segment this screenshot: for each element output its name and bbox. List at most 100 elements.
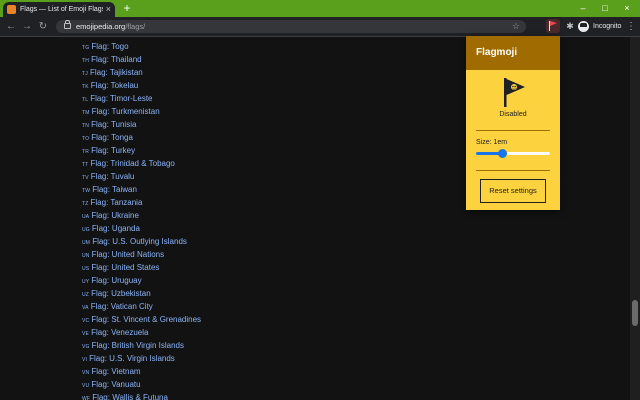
- maximize-icon[interactable]: □: [594, 0, 616, 17]
- flag-label: Flag: Turkey: [91, 146, 136, 155]
- flag-list-item[interactable]: TJ Flag: Tajikistan: [82, 66, 201, 79]
- flag-label: Flag: Vietnam: [91, 367, 141, 376]
- flag-label: Flag: Trinidad & Tobago: [90, 159, 175, 168]
- flag-list-item[interactable]: TZ Flag: Tanzania: [82, 196, 201, 209]
- flag-label: Flag: Timor-Leste: [90, 94, 153, 103]
- flag-list-item[interactable]: UN Flag: United Nations: [82, 248, 201, 261]
- flag-code: UM: [82, 240, 91, 246]
- flag-label: Flag: Tanzania: [90, 198, 143, 207]
- profile-button[interactable]: Incognito: [578, 20, 621, 33]
- back-arrow-icon[interactable]: ←: [4, 17, 18, 36]
- flag-list-item[interactable]: VG Flag: British Virgin Islands: [82, 339, 201, 352]
- browser-tab[interactable]: Flags — List of Emoji Flags in ×: [3, 2, 115, 17]
- puzzle-icon[interactable]: ✱: [564, 17, 576, 36]
- divider: [476, 130, 550, 131]
- flag-list-item[interactable]: VC Flag: St. Vincent & Grenadines: [82, 313, 201, 326]
- window-close-icon[interactable]: ×: [616, 0, 638, 17]
- lock-icon[interactable]: [64, 20, 71, 29]
- flag-label: Flag: Uruguay: [91, 276, 142, 285]
- tab-title: Flags — List of Emoji Flags in: [20, 6, 103, 13]
- kebab-menu-icon[interactable]: ⋮: [626, 17, 636, 36]
- status-label: Disabled: [499, 111, 527, 118]
- forward-arrow-icon[interactable]: →: [20, 17, 34, 36]
- address-bar[interactable]: emojipedia.org/flags/ ☆: [56, 20, 526, 33]
- flag-list-item[interactable]: VN Flag: Vietnam: [82, 365, 201, 378]
- flag-list-item[interactable]: TK Flag: Tokelau: [82, 79, 201, 92]
- flagmoji-extension-button[interactable]: [546, 19, 560, 33]
- flag-code: VG: [82, 344, 90, 350]
- size-slider[interactable]: [476, 149, 550, 158]
- flag-label: Flag: Uganda: [91, 224, 140, 233]
- flag-label: Flag: Thailand: [91, 55, 142, 64]
- flag-list-item[interactable]: VU Flag: Vanuatu: [82, 378, 201, 391]
- flag-code: UG: [82, 227, 90, 233]
- flag-code: VN: [82, 370, 90, 376]
- flag-label: Flag: St. Vincent & Grenadines: [91, 315, 202, 324]
- star-icon[interactable]: ☆: [512, 20, 520, 33]
- flag-code: VA: [82, 305, 89, 311]
- browser-toolbar: ← → ↻ emojipedia.org/flags/ ☆ ✱ Incognit…: [0, 17, 640, 37]
- popup-title: Flagmoji: [466, 36, 560, 70]
- flag-code: TJ: [82, 71, 88, 77]
- flag-list-item[interactable]: WF Flag: Wallis & Futuna: [82, 391, 201, 400]
- minimize-icon[interactable]: –: [572, 0, 594, 17]
- size-slider-thumb[interactable]: [497, 149, 507, 158]
- flag-label: Flag: Tajikistan: [89, 68, 143, 77]
- flagmoji-popup: Flagmoji Disabled Size: 1em Reset settin…: [466, 36, 560, 210]
- flag-list-item[interactable]: VI Flag: U.S. Virgin Islands: [82, 352, 201, 365]
- flag-list-item[interactable]: UY Flag: Uruguay: [82, 274, 201, 287]
- flag-list-item[interactable]: TL Flag: Timor-Leste: [82, 92, 201, 105]
- flag-list-item[interactable]: TT Flag: Trinidad & Tobago: [82, 157, 201, 170]
- flag-list-item[interactable]: US Flag: United States: [82, 261, 201, 274]
- flag-list: TG Flag: Togo TH Flag: Thailand TJ Flag: Taji…: [82, 40, 201, 400]
- flag-label: Flag: Turkmenistan: [91, 107, 160, 116]
- flag-list-item[interactable]: UZ Flag: Uzbekistan: [82, 287, 201, 300]
- flag-list-item[interactable]: VE Flag: Venezuela: [82, 326, 201, 339]
- flag-code: TV: [82, 175, 89, 181]
- flag-list-item[interactable]: TH Flag: Thailand: [82, 53, 201, 66]
- tab-strip: Flags — List of Emoji Flags in × + – □ ×: [0, 0, 640, 17]
- flag-code: TN: [82, 123, 90, 129]
- flag-list-item[interactable]: TM Flag: Turkmenistan: [82, 105, 201, 118]
- flag-label: Flag: Vatican City: [90, 302, 153, 311]
- flag-code: UY: [82, 279, 90, 285]
- page-scrollbar[interactable]: [630, 37, 640, 400]
- flag-code: WF: [82, 396, 91, 400]
- new-tab-button[interactable]: +: [120, 1, 134, 15]
- flag-code: VE: [82, 331, 90, 337]
- flag-list-item[interactable]: TN Flag: Tunisia: [82, 118, 201, 131]
- flag-code: VU: [82, 383, 90, 389]
- flag-code: TT: [82, 162, 89, 168]
- flag-label: Flag: United States: [91, 263, 160, 272]
- size-label: Size: 1em: [476, 139, 508, 146]
- flag-label: Flag: Uzbekistan: [91, 289, 151, 298]
- flag-label: Flag: Tuvalu: [90, 172, 135, 181]
- scroll-thumb[interactable]: [632, 300, 638, 326]
- flag-list-item[interactable]: UG Flag: Uganda: [82, 222, 201, 235]
- flag-code: US: [82, 266, 90, 272]
- flag-code: TL: [82, 97, 89, 103]
- divider: [476, 170, 550, 171]
- flag-list-item[interactable]: TG Flag: Togo: [82, 40, 201, 53]
- reset-settings-button[interactable]: Reset settings: [480, 179, 546, 203]
- flag-list-item[interactable]: UM Flag: U.S. Outlying Islands: [82, 235, 201, 248]
- flag-icon: [549, 21, 557, 31]
- profile-label: Incognito: [593, 23, 622, 30]
- flag-list-item[interactable]: TV Flag: Tuvalu: [82, 170, 201, 183]
- flag-list-item[interactable]: VA Flag: Vatican City: [82, 300, 201, 313]
- url-text[interactable]: emojipedia.org/flags/: [76, 20, 145, 33]
- url-domain: emojipedia.org: [76, 22, 126, 31]
- flag-label: Flag: Venezuela: [91, 328, 149, 337]
- flag-list-item[interactable]: TO Flag: Tonga: [82, 131, 201, 144]
- flag-list-item[interactable]: UA Flag: Ukraine: [82, 209, 201, 222]
- flag-code: UZ: [82, 292, 90, 298]
- flag-icon: [504, 78, 525, 107]
- toggle-flag-button[interactable]: [498, 76, 528, 108]
- flag-label: Flag: U.S. Virgin Islands: [89, 354, 175, 363]
- flag-list-item[interactable]: TR Flag: Turkey: [82, 144, 201, 157]
- flag-list-item[interactable]: TW Flag: Taiwan: [82, 183, 201, 196]
- reload-icon[interactable]: ↻: [36, 17, 50, 36]
- tab-close-icon[interactable]: ×: [106, 2, 111, 17]
- flag-code: TK: [82, 84, 89, 90]
- flag-code: TO: [82, 136, 90, 142]
